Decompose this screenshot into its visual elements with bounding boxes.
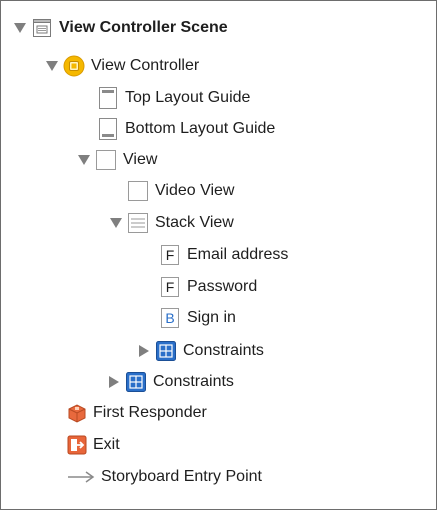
top-layout-guide-icon	[97, 87, 119, 109]
first-responder-label: First Responder	[93, 404, 207, 421]
constraints-icon	[125, 371, 147, 393]
disclosure-collapsed-icon[interactable]	[107, 375, 121, 389]
text-field-badge: F	[161, 277, 179, 297]
scene-icon	[31, 17, 53, 39]
outline-row-password-field[interactable]: F Password	[159, 273, 257, 301]
disclosure-expanded-icon[interactable]	[77, 153, 91, 167]
outline-row-email-field[interactable]: F Email address	[159, 241, 288, 269]
stack-view-icon	[127, 212, 149, 234]
bottom-layout-guide-label: Bottom Layout Guide	[125, 120, 276, 137]
outline-row-view-controller[interactable]: View Controller	[45, 52, 199, 80]
outline-row-view[interactable]: View	[77, 146, 157, 174]
constraints-icon	[155, 340, 177, 362]
outline-row-bottom-layout-guide[interactable]: Bottom Layout Guide	[97, 115, 275, 143]
outline-row-top-layout-guide[interactable]: Top Layout Guide	[97, 84, 250, 112]
disclosure-expanded-icon[interactable]	[13, 21, 27, 35]
view-icon	[127, 180, 149, 202]
outline-row-entry-point[interactable]: Storyboard Entry Point	[67, 463, 262, 491]
disclosure-expanded-icon[interactable]	[45, 59, 59, 73]
text-field-badge: F	[161, 245, 179, 265]
view-label: View	[123, 151, 158, 168]
outline-row-exit[interactable]: Exit	[67, 431, 120, 459]
video-view-label: Video View	[155, 182, 235, 199]
bottom-layout-guide-icon	[97, 118, 119, 140]
text-field-icon: F	[159, 244, 181, 266]
exit-icon	[67, 434, 87, 456]
view-icon	[95, 149, 117, 171]
view-controller-icon	[63, 55, 85, 77]
exit-label: Exit	[93, 436, 120, 453]
sign-in-button-label: Sign in	[187, 309, 236, 326]
password-field-label: Password	[187, 278, 258, 295]
disclosure-collapsed-icon[interactable]	[137, 344, 151, 358]
email-field-label: Email address	[187, 246, 289, 263]
outline-row-stack-view[interactable]: Stack View	[109, 209, 234, 237]
outline-row-stack-constraints[interactable]: Constraints	[137, 337, 264, 365]
button-icon: B	[159, 307, 181, 329]
arrow-right-icon	[67, 466, 95, 488]
button-badge: B	[161, 308, 179, 328]
view-constraints-label: Constraints	[153, 373, 234, 390]
outline-row-view-constraints[interactable]: Constraints	[107, 368, 234, 396]
scene-label: View Controller Scene	[59, 19, 228, 36]
outline-row-first-responder[interactable]: First Responder	[67, 399, 207, 427]
stack-view-label: Stack View	[155, 214, 234, 231]
view-controller-label: View Controller	[91, 57, 200, 74]
outline-row-video-view[interactable]: Video View	[127, 177, 234, 205]
outline-row-scene[interactable]: View Controller Scene	[13, 14, 228, 42]
document-outline: View Controller Scene View Controller To…	[0, 0, 437, 510]
entry-point-label: Storyboard Entry Point	[101, 468, 262, 485]
top-layout-guide-label: Top Layout Guide	[125, 89, 251, 106]
text-field-icon: F	[159, 276, 181, 298]
stack-constraints-label: Constraints	[183, 342, 264, 359]
disclosure-expanded-icon[interactable]	[109, 216, 123, 230]
first-responder-icon	[67, 402, 87, 424]
outline-row-sign-in-button[interactable]: B Sign in	[159, 304, 236, 332]
